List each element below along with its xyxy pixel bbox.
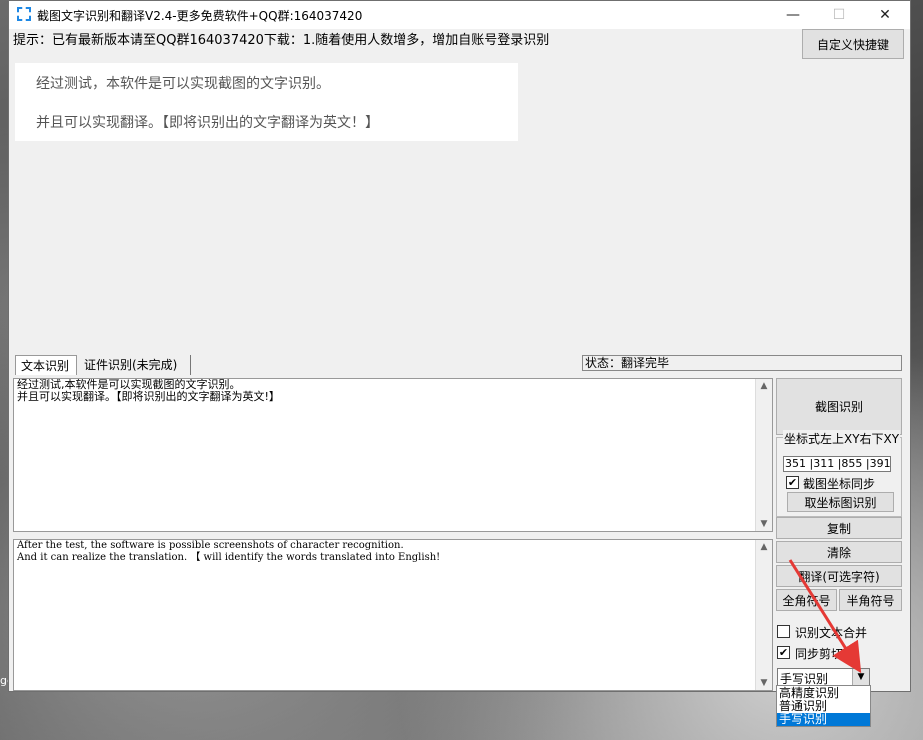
coord-capture-button[interactable]: 取坐标图识别: [787, 492, 894, 512]
sync-coord-label: 截图坐标同步: [803, 477, 876, 491]
coordinate-group: 坐标式左上XY右下XY 351 |311 |855 |391 ✔ 截图坐标同步 …: [776, 430, 902, 517]
scroll-down-icon[interactable]: ▼: [756, 519, 772, 529]
custom-shortcut-button[interactable]: 自定义快捷键: [802, 29, 904, 59]
recognized-scrollbar[interactable]: ▲ ▼: [755, 379, 772, 531]
sync-coord-checkbox[interactable]: ✔: [786, 476, 799, 489]
screenshot-preview: 经过测试，本软件是可以实现截图的文字识别。 并且可以实现翻译。【即将识别出的文字…: [15, 63, 518, 141]
halfwidth-symbol-button[interactable]: 半角符号: [839, 589, 902, 611]
sync-clipboard-label: 同步剪切板: [795, 647, 856, 661]
merge-text-checkbox[interactable]: [777, 625, 790, 638]
copy-button[interactable]: 复制: [776, 517, 902, 539]
window-title: 截图文字识别和翻译V2.4-更多免费软件+QQ群:164037420: [37, 9, 363, 23]
app-screenshot-icon: [17, 7, 31, 21]
tab-text-recognition[interactable]: 文本识别: [15, 355, 77, 375]
recognized-text: 经过测试,本软件是可以实现截图的文字识别。 并且可以实现翻译。【即将识别出的文字…: [17, 378, 280, 403]
clear-button[interactable]: 清除: [776, 541, 902, 563]
preview-line-1: 经过测试，本软件是可以实现截图的文字识别。: [36, 76, 330, 92]
scroll-up-icon[interactable]: ▲: [756, 542, 772, 552]
translated-text-area[interactable]: After the test, the software is possible…: [13, 539, 773, 691]
chevron-down-icon[interactable]: ▼: [852, 669, 869, 685]
close-button[interactable]: ✕: [862, 1, 908, 29]
title-bar: 截图文字识别和翻译V2.4-更多免费软件+QQ群:164037420 — ☐ ✕: [9, 1, 910, 29]
tab-id-recognition[interactable]: 证件识别(未完成): [79, 355, 191, 375]
update-notice: 提示：已有最新版本请至QQ群164037420下载：1.随着使用人数增多，增加自…: [13, 33, 550, 48]
translated-text: After the test, the software is possible…: [17, 540, 441, 563]
mode-option-handwriting[interactable]: 手写识别: [777, 713, 870, 726]
merge-text-label: 识别文本合并: [795, 626, 868, 640]
coordinate-group-title: 坐标式左上XY右下XY: [783, 430, 901, 447]
preview-line-2: 并且可以实现翻译。【即将识别出的文字翻译为英文！】: [36, 115, 379, 131]
sync-clipboard-checkbox[interactable]: ✔: [777, 646, 790, 659]
app-window: 截图文字识别和翻译V2.4-更多免费软件+QQ群:164037420 — ☐ ✕…: [8, 0, 911, 692]
translate-button[interactable]: 翻译(可选字符): [776, 565, 902, 587]
recognition-mode-dropdown: 高精度识别 普通识别 手写识别: [776, 685, 871, 727]
recognition-mode-select[interactable]: 手写识别 ▼: [777, 668, 870, 686]
capture-recognize-button[interactable]: 截图识别: [776, 378, 902, 435]
fullwidth-symbol-button[interactable]: 全角符号: [776, 589, 837, 611]
minimize-button[interactable]: —: [770, 1, 816, 29]
coordinate-input[interactable]: 351 |311 |855 |391: [783, 456, 891, 472]
scroll-down-icon[interactable]: ▼: [756, 678, 772, 688]
recognized-text-area[interactable]: 经过测试,本软件是可以实现截图的文字识别。 并且可以实现翻译。【即将识别出的文字…: [13, 378, 773, 532]
maximize-button[interactable]: ☐: [816, 1, 862, 29]
status-indicator: 状态：翻译完毕: [582, 355, 902, 371]
translated-scrollbar[interactable]: ▲ ▼: [755, 540, 772, 690]
scroll-up-icon[interactable]: ▲: [756, 381, 772, 391]
